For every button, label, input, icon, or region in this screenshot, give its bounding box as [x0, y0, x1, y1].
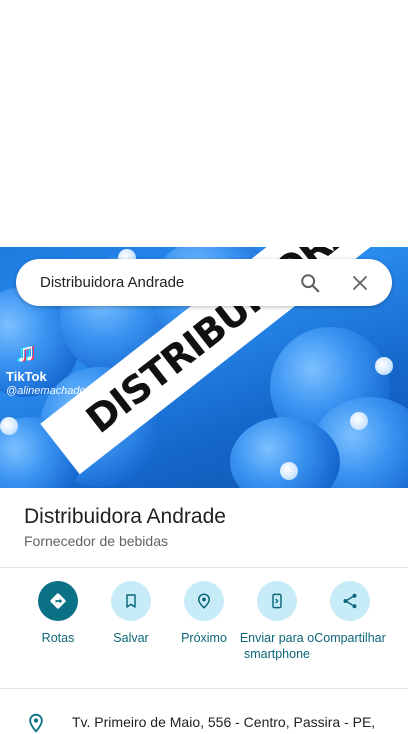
address-text: Tv. Primeiro de Maio, 556 - Centro, Pass… — [72, 714, 376, 730]
tiktok-name: TikTok — [6, 369, 47, 384]
close-icon[interactable] — [342, 265, 378, 301]
tiktok-watermark: ♫ TikTok — [6, 339, 47, 384]
action-label: Enviar para o smartphone — [239, 631, 315, 661]
action-label: Compartilhar — [314, 631, 386, 645]
location-pin-icon — [26, 712, 46, 734]
tiktok-icon: ♫ — [16, 337, 36, 367]
tiktok-username: @alinemachado343 — [6, 385, 105, 397]
send-to-phone-button[interactable]: Enviar para o smartphone — [239, 581, 315, 662]
jug-cap — [280, 462, 298, 480]
divider — [0, 567, 408, 568]
action-label: Próximo — [181, 631, 227, 645]
action-label: Rotas — [41, 631, 75, 645]
nearby-button[interactable]: Próximo — [166, 581, 242, 646]
search-bar[interactable]: Distribuidora Andrade — [16, 259, 392, 306]
jug-cap — [375, 357, 393, 375]
share-icon — [330, 581, 370, 621]
send-to-phone-icon — [257, 581, 297, 621]
action-label: Salvar — [113, 631, 149, 645]
jug-cap — [0, 417, 18, 435]
jug-cap — [350, 412, 368, 430]
nearby-icon — [184, 581, 224, 621]
save-button[interactable]: Salvar — [93, 581, 169, 646]
search-icon[interactable] — [292, 265, 328, 301]
place-category[interactable]: Fornecedor de bebidas — [24, 533, 168, 549]
action-bar: Rotas Salvar Próximo Enviar para o smart… — [0, 581, 408, 681]
share-button[interactable]: Compartilhar — [312, 581, 388, 646]
bookmark-icon — [111, 581, 151, 621]
directions-button[interactable]: Rotas — [20, 581, 96, 646]
divider — [0, 688, 408, 689]
directions-icon — [38, 581, 78, 621]
map-area — [0, 0, 408, 247]
place-title: Distribuidora Andrade — [24, 505, 226, 528]
search-input[interactable]: Distribuidora Andrade — [16, 274, 292, 291]
address-row[interactable]: Tv. Primeiro de Maio, 556 - Centro, Pass… — [0, 700, 408, 734]
